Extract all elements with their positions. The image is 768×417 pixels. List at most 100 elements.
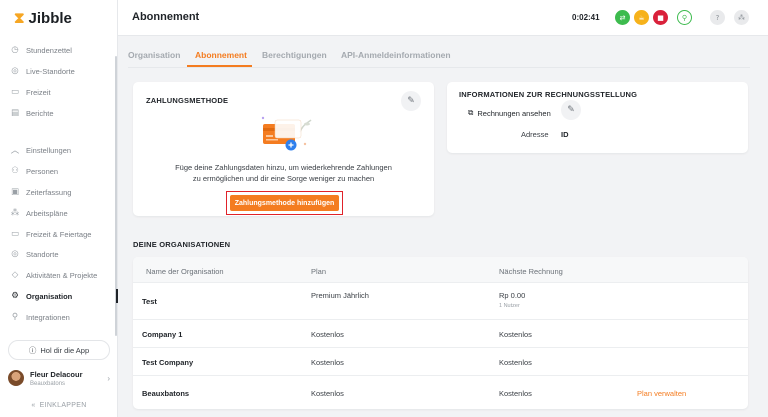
address-value: ID (561, 130, 569, 139)
org-name: Test (142, 297, 157, 306)
organisations-title: DEINE ORGANISATIONEN (133, 240, 231, 249)
time-tracking-icon: ▣ (10, 187, 20, 197)
org-next-invoice: Kostenlos (499, 389, 532, 398)
table-header (133, 257, 748, 282)
help-icon[interactable]: ? (710, 10, 725, 25)
apps-icon[interactable]: ⁂ (734, 10, 749, 25)
payment-card-title: ZAHLUNGSMETHODE (146, 96, 229, 105)
sidebar-item-label: Berichte (26, 108, 54, 118)
user-profile[interactable]: Fleur Delacour Beauxbatons › (8, 366, 110, 390)
sidebar-item-personen[interactable]: ⚇ Personen (10, 164, 58, 178)
sidebar-item-arbeitsplaene[interactable]: ⁂ Arbeitspläne (10, 206, 68, 220)
org-next-invoice: Kostenlos (499, 330, 532, 339)
hourglass-logo-icon: ⧗ (14, 9, 25, 27)
tab-organisation[interactable]: Organisation (128, 50, 180, 60)
manage-plan-link[interactable]: Plan verwalten (637, 389, 686, 398)
sidebar-item-label: Organisation (26, 291, 73, 301)
plug-icon: ⚲ (11, 312, 19, 322)
address-label: Adresse (521, 130, 549, 139)
org-plan: Kostenlos (311, 389, 344, 398)
column-header-next-invoice: Nächste Rechnung (499, 267, 563, 276)
sidebar-item-label: Zeiterfassung (26, 187, 72, 197)
view-invoices-label: Rechnungen ansehen (477, 108, 551, 118)
edit-billing-button[interactable]: ✎ (561, 100, 581, 120)
org-plan: Kostenlos (311, 330, 344, 339)
pencil-icon: ✎ (407, 96, 415, 106)
sidebar-item-label: Freizeit (26, 87, 51, 97)
add-payment-method-button[interactable]: Zahlungsmethode hinzufügen (230, 195, 339, 211)
sidebar-item-berichte[interactable]: ▤ Berichte (10, 106, 54, 120)
table-row[interactable]: Test Premium Jährlich Rp 0.00 1 Nutzer (133, 282, 748, 319)
user-status-icon[interactable]: ⚲ (677, 10, 692, 25)
sidebar-item-standorte[interactable]: ◎ Standorte (10, 247, 59, 261)
org-next-invoice: Kostenlos (499, 358, 532, 367)
clock-icon: ◷ (11, 45, 19, 55)
holiday-icon: ▭ (10, 229, 20, 239)
tag-icon: ◇ (11, 270, 19, 280)
org-next-invoice: Rp 0.00 (499, 291, 526, 300)
report-icon: ▤ (10, 108, 20, 118)
sidebar-item-freizeit-feiertage[interactable]: ▭ Freizeit & Feiertage (10, 227, 91, 241)
gear-icon: ⚙ (11, 291, 19, 301)
page-title: Abonnement (132, 11, 200, 23)
org-name: Test Company (142, 358, 194, 367)
get-app-button[interactable]: ⓘ Hol dir die App (8, 340, 110, 360)
org-plan: Premium Jährlich (311, 291, 369, 300)
logo-text: Jibble (28, 9, 72, 27)
sidebar-item-integrationen[interactable]: ⚲ Integrationen (10, 310, 70, 324)
sidebar-item-label: Aktivitäten & Projekte (26, 270, 98, 280)
user-org: Beauxbatons (30, 380, 66, 387)
user-name: Fleur Delacour (30, 369, 83, 379)
sidebar-item-label: Live-Standorte (26, 66, 75, 76)
active-tab-underline (187, 65, 252, 67)
sidebar-item-einstellungen[interactable]: ︿ Einstellungen (10, 143, 71, 157)
location-icon: ◎ (11, 249, 19, 259)
avatar (8, 370, 24, 386)
active-indicator (116, 289, 118, 303)
table-row[interactable]: Beauxbatons Kostenlos Kostenlos Plan ver… (133, 375, 748, 409)
sidebar: ⧗ Jibble ◷ Stundenzettel ◎ Live-Standort… (0, 0, 118, 417)
view-invoices-link[interactable]: ⧉ Rechnungen ansehen (468, 108, 551, 118)
sidebar-item-live-standorte[interactable]: ◎ Live-Standorte (10, 64, 75, 78)
sidebar-item-aktivitaeten-projekte[interactable]: ◇ Aktivitäten & Projekte (10, 268, 98, 282)
org-next-invoice-users: 1 Nutzer (499, 303, 520, 309)
column-header-name: Name der Organisation (146, 267, 224, 276)
location-pin-icon: ◎ (11, 66, 19, 76)
collapse-sidebar-button[interactable]: « EINKLAPPEN (0, 398, 118, 412)
sidebar-item-freizeit[interactable]: ▭ Freizeit (10, 85, 51, 99)
get-app-label: Hol dir die App (40, 345, 90, 355)
table-row[interactable]: Company 1 Kostenlos Kostenlos (133, 319, 748, 347)
sidebar-item-label: Stundenzettel (26, 45, 72, 55)
break-icon[interactable]: ☕ (634, 10, 649, 25)
stop-icon[interactable]: ■ (653, 10, 668, 25)
tab-api-anmeldeinformationen[interactable]: API-Anmeldeinformationen (341, 50, 451, 60)
jibble-logo[interactable]: ⧗ Jibble (14, 9, 72, 27)
timer: 0:02:41 (572, 13, 600, 22)
payment-method-card: ZAHLUNGSMETHODE ✎ Füge deine Zahlungsdat… (133, 82, 434, 216)
organisations-table: Name der Organisation Plan Nächste Rechn… (133, 257, 748, 409)
download-icon: ⓘ (28, 345, 37, 355)
org-plan: Kostenlos (311, 358, 344, 367)
billing-info-card: INFORMATIONEN ZUR RECHNUNGSSTELLUNG ⧉ Re… (447, 82, 748, 153)
chevron-up-icon: ︿ (10, 146, 20, 156)
tabs-divider (128, 67, 750, 68)
sidebar-item-stundenzettel[interactable]: ◷ Stundenzettel (10, 43, 72, 57)
sidebar-item-label: Einstellungen (26, 145, 72, 155)
sidebar-item-label: Personen (26, 166, 59, 176)
collapse-label: EINKLAPPEN (39, 401, 87, 409)
clock-in-icon[interactable]: ⇄ (615, 10, 630, 25)
tab-berechtigungen[interactable]: Berechtigungen (262, 50, 327, 60)
tab-abonnement[interactable]: Abonnement (195, 50, 247, 60)
edit-payment-button[interactable]: ✎ (401, 91, 421, 111)
sidebar-item-label: Freizeit & Feiertage (26, 229, 92, 239)
people-icon: ⚇ (11, 166, 19, 176)
sidebar-item-label: Integrationen (26, 312, 70, 322)
double-chevron-left-icon: « (31, 401, 36, 409)
org-name: Company 1 (142, 330, 183, 339)
sidebar-item-organisation[interactable]: ⚙ Organisation (10, 289, 72, 303)
credit-card-illustration (261, 116, 312, 151)
pencil-icon: ✎ (567, 105, 575, 115)
sidebar-item-label: Standorte (26, 249, 59, 259)
table-row[interactable]: Test Company Kostenlos Kostenlos (133, 347, 748, 375)
sidebar-item-zeiterfassung[interactable]: ▣ Zeiterfassung (10, 185, 71, 199)
